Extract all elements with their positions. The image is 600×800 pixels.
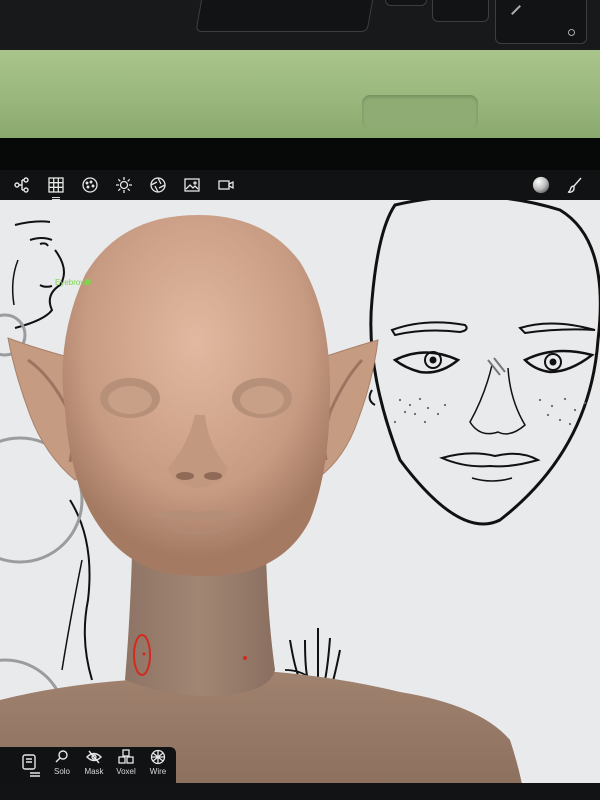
matcap-preview-icon[interactable] [531, 175, 551, 195]
voxel-button[interactable]: Voxel [109, 749, 143, 776]
wire-label: Wire [149, 767, 167, 776]
bottom-toolbar: Solo Mask Voxel Wire [0, 747, 176, 783]
brush-icon[interactable] [565, 175, 585, 195]
eye-slash-icon [86, 750, 102, 764]
search-icon [55, 750, 68, 763]
screen-bottom-edge [0, 783, 600, 800]
wire-button[interactable]: Wire [141, 749, 175, 776]
case-notch [362, 95, 478, 129]
camera-aperture-icon[interactable] [148, 175, 168, 195]
scene-tree-icon[interactable] [12, 175, 32, 195]
tablet-case [0, 50, 600, 140]
viewport-scene: Eyebrow [0, 200, 600, 800]
keyboard-key [432, 0, 489, 22]
keyboard-key [195, 0, 377, 32]
eyebrow-overlay-label: Eyebrow [55, 278, 86, 287]
image-icon[interactable] [182, 175, 202, 195]
layers-icon[interactable] [18, 753, 42, 779]
solo-button[interactable]: Solo [45, 749, 79, 776]
top-toolbar [0, 170, 600, 200]
light-icon[interactable] [114, 175, 134, 195]
mask-label: Mask [84, 767, 104, 776]
red-annotation-dot [243, 656, 247, 660]
wireframe-icon [150, 749, 166, 765]
video-icon[interactable] [216, 175, 236, 195]
mask-button[interactable]: Mask [77, 749, 111, 776]
sculpt-neck [125, 555, 275, 696]
voxel-label: Voxel [116, 767, 136, 776]
grid-icon[interactable] [46, 175, 66, 198]
sculpt-viewport[interactable]: Eyebrow [0, 200, 600, 800]
screen-bezel [0, 138, 600, 170]
solo-label: Solo [53, 767, 70, 776]
voxel-icon [118, 749, 134, 764]
material-sphere-icon[interactable] [80, 175, 100, 195]
keyboard-key [495, 0, 587, 44]
keyboard-key [385, 0, 427, 6]
